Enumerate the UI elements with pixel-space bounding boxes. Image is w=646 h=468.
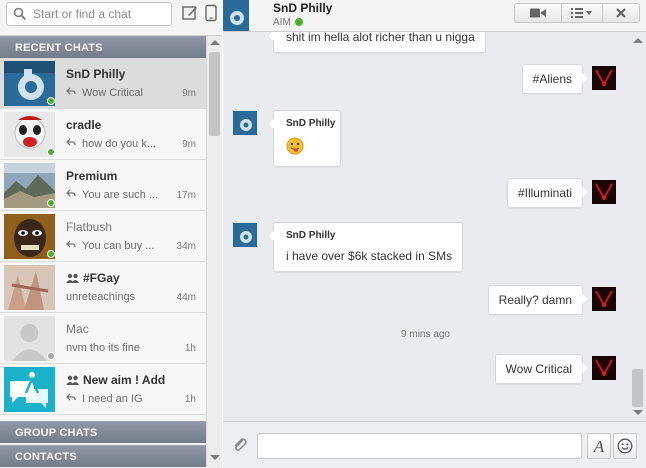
message-scrollbar[interactable] <box>628 32 646 421</box>
scroll-up-arrow[interactable] <box>633 38 643 43</box>
presence-online-indicator <box>47 250 55 258</box>
message-composer: A <box>223 421 646 468</box>
chat-preview: Wow Critical <box>66 87 166 99</box>
presence-online-indicator <box>47 148 55 156</box>
conversation-title: SnD Philly <box>273 1 333 15</box>
mobile-icon[interactable] <box>202 4 220 22</box>
chat-preview: You are such ... <box>66 189 166 201</box>
presence-online-indicator <box>47 97 55 105</box>
chat-item-mac[interactable]: Mac nvm tho its fine 1h <box>0 313 206 364</box>
chat-item-flatbush[interactable]: Flatbush You can buy ... 34m <box>0 211 206 262</box>
video-call-button[interactable] <box>514 3 562 23</box>
contacts-header[interactable]: CONTACTS <box>0 445 206 467</box>
close-conversation-button[interactable] <box>602 3 640 23</box>
video-icon <box>530 8 546 18</box>
scroll-thumb[interactable] <box>209 52 220 136</box>
chat-item-premium[interactable]: Premium You are such ... 17m <box>0 160 206 211</box>
message-timestamp: 9 mins ago <box>401 329 450 340</box>
search-bar <box>0 0 222 36</box>
chat-item-snd-philly[interactable]: SnD Philly Wow Critical 9m <box>0 58 206 109</box>
chat-preview: nvm tho its fine <box>66 342 140 354</box>
smiley-icon <box>617 438 633 454</box>
sidebar-scrollbar[interactable] <box>206 36 222 468</box>
message-bubble-incoming: SnD Philly <box>268 110 341 167</box>
chat-time: 1h <box>184 394 196 405</box>
group-icon <box>66 375 79 385</box>
scroll-up-arrow[interactable] <box>210 40 220 45</box>
scroll-down-arrow[interactable] <box>633 410 643 415</box>
chat-item-fgay[interactable]: #FGay unreteachings 44m <box>0 262 206 313</box>
chat-preview: You can buy ... <box>66 240 166 252</box>
conversation-avatar <box>223 0 249 31</box>
sidebar: RECENT CHATS SnD Philly Wow Critical 9m … <box>0 0 222 468</box>
compose-icon[interactable] <box>181 4 199 22</box>
search-icon <box>13 7 27 21</box>
close-icon <box>616 8 626 18</box>
emoji-button[interactable] <box>613 433 637 459</box>
presence-online-indicator <box>294 18 303 26</box>
chat-preview: I need an IG <box>66 393 166 405</box>
chat-preview: how do you k... <box>66 138 166 150</box>
presence-online-indicator <box>47 199 55 207</box>
chat-time: 17m <box>176 190 196 201</box>
menu-button[interactable] <box>561 3 603 23</box>
chat-name: cradle <box>66 118 102 132</box>
reply-arrow-icon <box>66 138 76 146</box>
my-avatar <box>592 356 616 380</box>
my-avatar <box>592 287 616 311</box>
avatar <box>4 265 55 310</box>
reply-arrow-icon <box>66 240 76 248</box>
chat-time: 1h <box>184 343 196 354</box>
chat-time: 9m <box>182 88 196 99</box>
message-sender: SnD Philly <box>286 230 336 241</box>
sender-avatar <box>233 223 257 247</box>
chat-name: Flatbush <box>66 220 113 234</box>
chat-list: SnD Philly Wow Critical 9m cradle how do… <box>0 58 206 421</box>
chat-name: SnD Philly <box>66 67 126 81</box>
group-icon <box>66 273 79 283</box>
message-bubble-outgoing: #Aliens <box>521 64 589 94</box>
my-avatar <box>592 66 616 90</box>
presence-offline-indicator <box>47 352 55 360</box>
avatar <box>4 367 55 412</box>
message-bubble-incoming: SnD Philly i have over $6k stacked in SM… <box>267 222 464 272</box>
message-sender: SnD Philly <box>286 118 336 129</box>
chat-time: 9m <box>182 139 196 150</box>
reply-arrow-icon <box>66 87 76 95</box>
message-bubble-outgoing: Really? damn <box>487 285 589 315</box>
tongue-face-emoji-icon <box>286 137 304 155</box>
scroll-down-arrow[interactable] <box>210 455 220 460</box>
chat-name: Premium <box>66 169 118 183</box>
font-button[interactable]: A <box>587 433 611 459</box>
list-menu-icon <box>571 8 592 18</box>
chat-time: 44m <box>176 292 196 303</box>
recent-chats-header[interactable]: RECENT CHATS <box>0 36 206 58</box>
chat-time: 34m <box>176 241 196 252</box>
message-bubble-outgoing: #Illuminati <box>506 178 589 208</box>
message-bubble-incoming: shit im hella alot richer than u nigga <box>268 32 486 53</box>
conversation-status: AIM <box>273 17 303 28</box>
message-bubble-outgoing: Wow Critical <box>494 354 589 384</box>
reply-arrow-icon <box>66 189 76 197</box>
message-input[interactable] <box>257 433 582 459</box>
message-list: shit im hella alot richer than u nigga #… <box>223 32 628 421</box>
my-avatar <box>592 180 616 204</box>
paperclip-icon[interactable] <box>231 436 249 454</box>
chat-name: #FGay <box>66 271 120 285</box>
chat-preview: unreteachings <box>66 291 136 303</box>
chat-name: Mac <box>66 322 89 336</box>
chat-item-new-aim-add[interactable]: New aim ! Add I need an IG 1h <box>0 364 206 415</box>
scroll-thumb[interactable] <box>632 369 643 407</box>
search-input[interactable] <box>33 5 167 23</box>
conversation-header: SnD Philly AIM <box>223 0 646 32</box>
reply-arrow-icon <box>66 393 76 401</box>
font-icon: A <box>593 437 605 456</box>
sender-avatar <box>233 111 257 135</box>
group-chats-header[interactable]: GROUP CHATS <box>0 421 206 443</box>
conversation-pane: SnD Philly AIM shit im hella alot richer… <box>223 0 646 468</box>
chat-item-cradle[interactable]: cradle how do you k... 9m <box>0 109 206 160</box>
chat-name: New aim ! Add <box>66 373 165 387</box>
search-box[interactable] <box>6 2 172 26</box>
